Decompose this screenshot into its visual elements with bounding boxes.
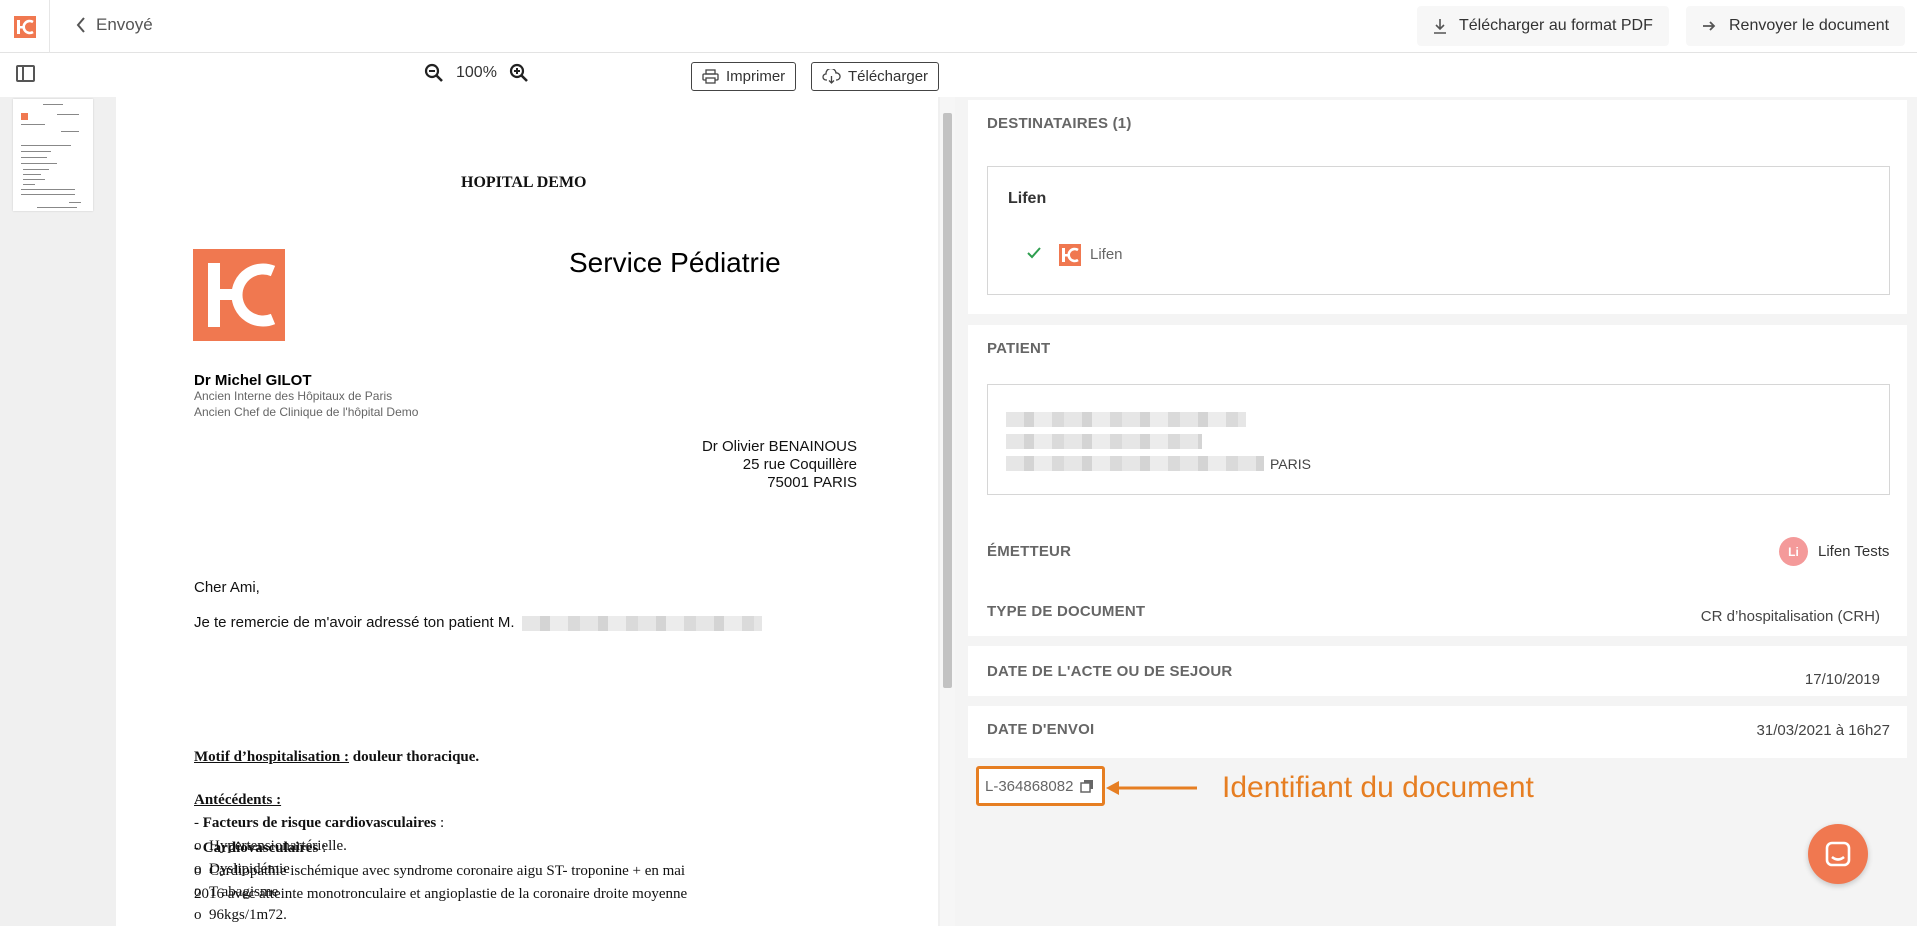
risk-factors-heading: - Facteurs de risque cardiovasculaires : [194,815,444,832]
viewer-scrollbar[interactable] [940,97,955,926]
recipients-section: DESTINATAIRES (1) Lifen Lifen [968,100,1907,314]
cardio-heading: - Cardiovasculaires : [194,840,326,857]
arrow-right-icon [1703,21,1716,31]
cardio-suffix: : [318,840,327,856]
zoom-controls: 100% [424,63,529,83]
download-label: Télécharger [848,68,929,85]
viewer-scrollbar-thumb[interactable] [943,113,952,688]
zoom-level: 100% [456,64,497,81]
patient-card: PARIS [987,384,1890,495]
resend-document-button[interactable]: Renvoyer le document [1686,6,1906,46]
patient-title: PATIENT [987,340,1051,357]
risk-prefix: - [194,815,203,831]
zoom-in-icon[interactable] [509,63,529,83]
risk-suffix: : [436,815,445,831]
recipient-address-street: 25 rue Coquillère [742,456,857,473]
recipients-title: DESTINATAIRES (1) [987,115,1132,132]
sender-name: Lifen Tests [1818,543,1890,560]
cloud-download-icon [822,69,841,84]
back-button[interactable]: Envoyé [76,15,153,35]
download-button[interactable]: Télécharger [811,62,940,91]
app-logo[interactable] [0,0,50,53]
recipient-address-city: 75001 PARIS [767,474,857,491]
details-panel: DESTINATAIRES (1) Lifen Lifen PATIENT PA… [955,97,1917,926]
page-thumbnail[interactable] [13,99,93,211]
resend-document-label: Renvoyer le document [1729,17,1890,34]
document-type-title: TYPE DE DOCUMENT [987,603,1146,620]
thanks-text: Je te remercie de m'avoir adressé ton pa… [194,614,515,631]
document-type-section: TYPE DE DOCUMENT CR d’hospitalisation (C… [968,586,1907,636]
doctor-name: Dr Michel GILOT [194,372,312,389]
redacted-patient-line-2 [1006,434,1202,449]
antecedents-label: Antécédents : [194,792,282,808]
print-label: Imprimer [726,68,786,85]
redacted-patient-line-3 [1006,456,1264,471]
lifen-logo-icon [13,15,36,38]
document-page: HOPITAL DEMO Service Pédiatrie Dr Michel… [116,97,938,926]
sender-avatar: Li [1779,537,1808,566]
patient-city: PARIS [1270,456,1311,472]
recipient-group-name: Lifen [1008,190,1047,207]
printer-icon [702,69,719,84]
viewer-toolbar: 100% Imprimer Télécharger [0,53,955,97]
motif-line: Motif d’hospitalisation : douleur thorac… [194,749,479,766]
cardio-label: Cardiovasculaires [202,840,319,856]
cardio-prefix: - [194,840,203,856]
act-date-section: DATE DE L'ACTE OU DE SEJOUR 17/10/2019 [968,646,1907,696]
document-id: L-364868082 [985,777,1074,795]
document-type-value: CR d’hospitalisation (CRH) [1700,608,1880,625]
cardio-bullet: o [194,863,202,879]
service-name: Service Pédiatrie [569,247,781,278]
thumbnail-logo [21,113,28,120]
doctor-title-2: Ancien Chef de Clinique de l'hôpital Dem… [194,405,419,419]
hospital-name: HOPITAL DEMO [461,174,587,191]
back-label: Envoyé [96,15,153,34]
sidebar-toggle-icon[interactable] [16,65,35,82]
document-id-annotation: Identifiant du document [1222,771,1534,804]
document-viewer: HOPITAL DEMO Service Pédiatrie Dr Michel… [0,97,955,926]
document-id-box[interactable]: L-364868082 [976,766,1106,806]
sent-date-title: DATE D'ENVOI [987,721,1095,738]
sender-section: ÉMETTEUR Li Lifen Tests [968,524,1907,580]
sent-date-section: DATE D'ENVOI 31/03/2021 à 16h27 [968,706,1907,758]
motif-label: Motif d’hospitalisation : [194,749,350,765]
download-pdf-button[interactable]: Télécharger au format PDF [1417,6,1669,46]
annotation-arrow-icon [1106,781,1197,795]
recipient-entry-name: Lifen [1090,246,1123,263]
cardio-line-2: 2016 avec atteinte monotronculaire et an… [194,886,688,902]
cardio-line-1: o Cardiopathie ischémique avec syndrome … [194,863,685,880]
copy-icon[interactable] [1080,779,1094,793]
recipient-group-card: Lifen Lifen [987,166,1890,295]
download-pdf-label: Télécharger au format PDF [1459,17,1653,34]
act-date-title: DATE DE L'ACTE OU DE SEJOUR [987,663,1233,680]
cardio-line-1-text: Cardiopathie ischémique avec syndrome co… [209,863,686,879]
print-button[interactable]: Imprimer [691,62,797,91]
download-icon [1434,19,1446,34]
top-bar: Envoyé Télécharger au format PDF Renvoye… [0,0,1917,53]
chat-icon [1825,841,1851,867]
motif-value: douleur thoracique. [352,749,480,765]
document-page-continued: - Cardiovasculaires : o Cardiopathie isc… [116,840,938,926]
doctor-title-1: Ancien Interne des Hôpitaux de Paris [194,389,393,403]
risk-label: Facteurs de risque cardiovasculaires [202,815,437,831]
redacted-patient-line-1 [1006,412,1246,427]
check-icon [1027,247,1041,259]
letter-thanks: Je te remercie de m'avoir adressé ton pa… [194,614,762,631]
zoom-out-icon[interactable] [424,63,444,83]
chat-launcher-button[interactable] [1808,824,1868,884]
act-date-value: 17/10/2019 [1804,671,1880,688]
lifen-recipient-logo-icon [1059,244,1081,266]
sent-date-value: 31/03/2021 à 16h27 [1756,722,1890,739]
redacted-patient-name [521,615,762,631]
letter-greeting: Cher Ami, [194,579,260,596]
sender-title: ÉMETTEUR [987,543,1072,560]
chevron-left-icon [76,17,85,33]
recipient-address-name: Dr Olivier BENAINOUS [701,438,857,455]
hospital-logo-icon [193,249,285,341]
